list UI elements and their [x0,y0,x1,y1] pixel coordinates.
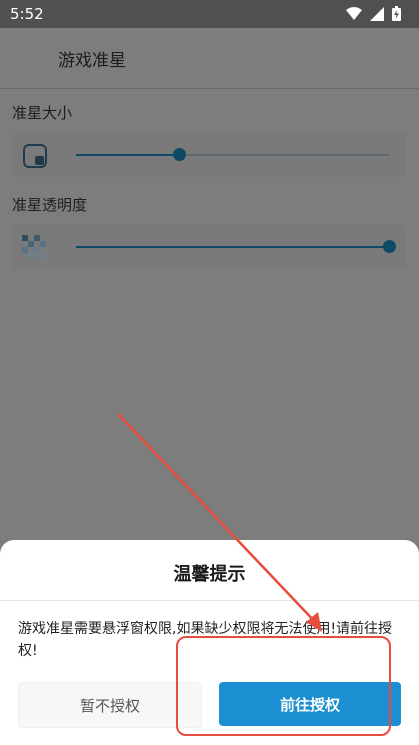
crosshair-size-slider-thumb[interactable] [173,148,187,161]
crosshair-size-slider-fill [76,154,180,156]
crosshair-opacity-row [12,225,406,269]
dialog-divider [0,600,419,601]
annotation-highlight-box [176,636,391,736]
crosshair-size-icon [23,144,47,168]
wifi-icon [346,6,362,20]
app-bar: 游戏准星 [0,28,419,89]
page-title: 游戏准星 [58,51,126,71]
battery-icon [392,6,401,21]
transparency-checker-icon [22,235,46,259]
cancel-button[interactable]: 暂不授权 [18,682,202,728]
crosshair-opacity-slider[interactable] [76,240,396,253]
crosshair-opacity-slider-fill [76,246,389,248]
crosshair-opacity-slider-thumb[interactable] [383,240,396,253]
crosshair-size-label: 准星大小 [12,104,73,122]
dialog-title: 温馨提示 [173,564,246,585]
crosshair-size-slider[interactable] [76,148,389,161]
status-time: 5:52 [10,5,44,23]
status-icons [346,6,401,21]
signal-icon [370,6,384,21]
crosshair-size-row [12,133,406,177]
crosshair-opacity-label: 准星透明度 [12,196,88,214]
status-bar: 5:52 [0,0,419,28]
